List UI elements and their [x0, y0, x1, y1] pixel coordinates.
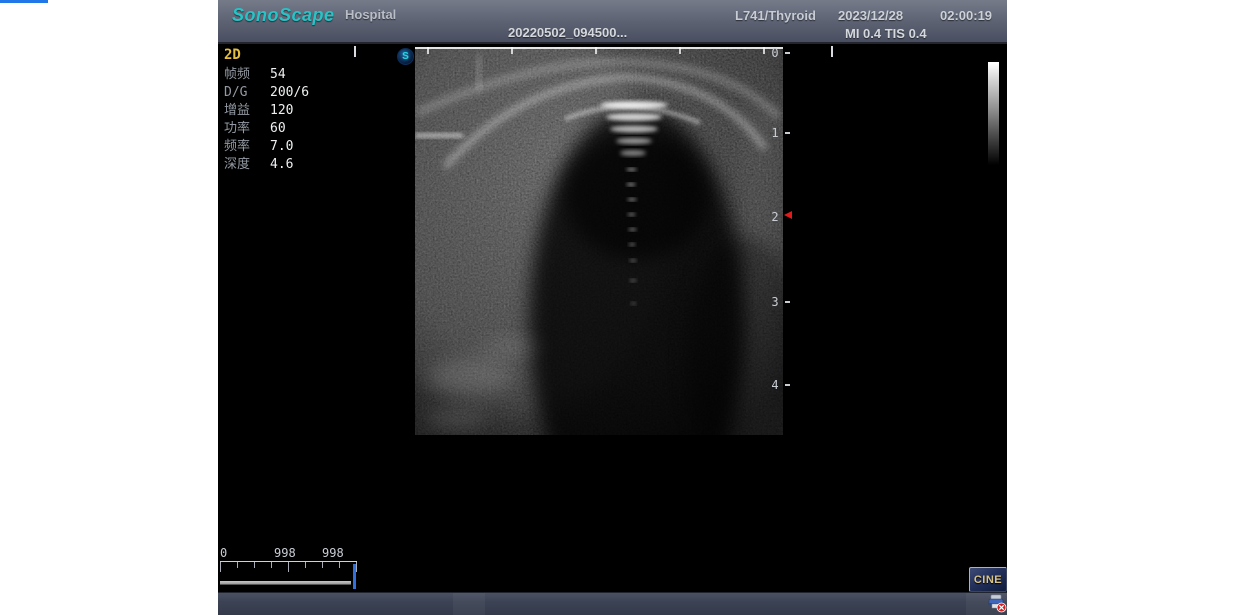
- depth-label-4: 4: [768, 378, 782, 392]
- hospital-name: Hospital: [345, 7, 396, 22]
- param-label-depth: 深度: [224, 156, 270, 174]
- mi-tis-values: MI 0.4 TIS 0.4: [845, 26, 927, 41]
- printer-error-icon[interactable]: [987, 593, 1007, 613]
- depth-label-0: 0: [768, 46, 782, 60]
- probe-preset: L741/Thyroid: [735, 8, 816, 23]
- param-row: 帧频 54: [224, 66, 309, 84]
- param-value-depth: 4.6: [270, 156, 293, 174]
- cine-mid-label: 998: [274, 546, 296, 560]
- depth-tick: [785, 132, 790, 134]
- scale-tick-left: [354, 46, 356, 57]
- mode-label: 2D: [224, 47, 309, 63]
- depth-label-1: 1: [768, 126, 782, 140]
- cine-button[interactable]: CINE: [969, 567, 1007, 592]
- system-date: 2023/12/28: [838, 8, 903, 23]
- top-status-bar: SonoScape Hospital L741/Thyroid 2023/12/…: [218, 0, 1007, 44]
- parameter-panel: 2D 帧频 54 D/G 200/6 增益 120 功率 60 频率 7.0: [224, 47, 309, 174]
- cine-position-marker[interactable]: [353, 564, 356, 589]
- ultrasound-image-render: [415, 47, 783, 435]
- param-row: D/G 200/6: [224, 84, 309, 102]
- ultrasound-ui-window: SonoScape Hospital L741/Thyroid 2023/12/…: [218, 0, 1007, 615]
- depth-label-3: 3: [768, 295, 782, 309]
- param-value-power: 60: [270, 120, 286, 138]
- ultrasound-image[interactable]: [415, 47, 783, 435]
- sonoscape-logo: SonoScape: [232, 5, 335, 26]
- param-value-frequency: 7.0: [270, 138, 293, 156]
- grayscale-bar: [988, 62, 999, 165]
- focus-marker-icon[interactable]: [784, 211, 792, 219]
- depth-label-2: 2: [768, 210, 782, 224]
- screen: SonoScape Hospital L741/Thyroid 2023/12/…: [0, 0, 1239, 615]
- param-label-framerate: 帧频: [224, 66, 270, 84]
- param-label-dg: D/G: [224, 84, 270, 102]
- sonoscape-s-icon: S: [397, 48, 414, 65]
- param-row: 增益 120: [224, 102, 309, 120]
- param-row: 频率 7.0: [224, 138, 309, 156]
- system-time: 02:00:19: [940, 8, 992, 23]
- cine-end-label: 998: [322, 546, 344, 560]
- param-label-gain: 增益: [224, 102, 270, 120]
- param-row: 功率 60: [224, 120, 309, 138]
- param-value-framerate: 54: [270, 66, 286, 84]
- param-value-gain: 120: [270, 102, 293, 120]
- depth-tick: [785, 301, 790, 303]
- cine-scrollbar-thumb[interactable]: [220, 581, 351, 585]
- top-left-blue-strip: [0, 0, 48, 3]
- param-label-frequency: 频率: [224, 138, 270, 156]
- param-value-dg: 200/6: [270, 84, 309, 102]
- depth-tick: [785, 52, 790, 54]
- param-row: 深度 4.6: [224, 156, 309, 174]
- cine-start-label: 0: [220, 546, 227, 560]
- exam-id: 20220502_094500...: [508, 25, 627, 40]
- param-label-power: 功率: [224, 120, 270, 138]
- depth-tick: [785, 384, 790, 386]
- taskbar: [218, 592, 1007, 615]
- cine-ruler: [220, 561, 357, 589]
- scale-tick-right: [831, 46, 833, 57]
